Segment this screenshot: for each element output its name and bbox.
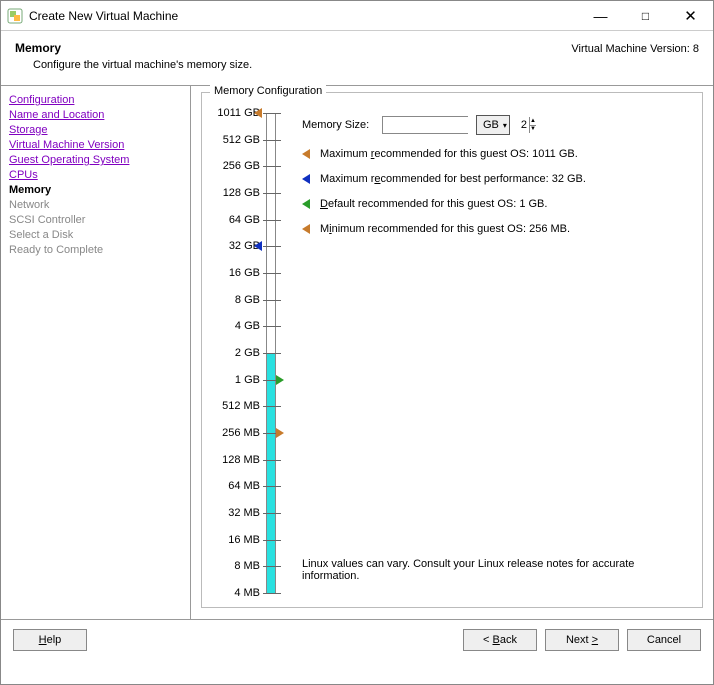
nav-cpus[interactable]: CPUs bbox=[9, 169, 38, 181]
scale-label: 8 MB bbox=[234, 560, 260, 572]
triangle-left-icon bbox=[302, 199, 310, 209]
footnote: Linux values can vary. Consult your Linu… bbox=[302, 558, 682, 582]
triangle-left-icon bbox=[302, 149, 310, 159]
memory-scale[interactable]: 1011 GB512 GB256 GB128 GB64 GB32 GB16 GB… bbox=[212, 113, 292, 599]
fieldset-legend: Memory Configuration bbox=[210, 85, 326, 97]
triangle-left-icon bbox=[302, 174, 310, 184]
help-button[interactable]: Help bbox=[13, 629, 87, 651]
nav-name-location[interactable]: Name and Location bbox=[9, 109, 104, 121]
scale-label: 128 GB bbox=[223, 187, 260, 199]
memory-fieldset: Memory Configuration 1011 GB512 GB256 GB… bbox=[201, 92, 703, 608]
scale-label: 2 GB bbox=[235, 347, 260, 359]
scale-label: 4 MB bbox=[234, 587, 260, 599]
spin-down[interactable]: ▼ bbox=[529, 126, 536, 134]
scale-marker bbox=[254, 108, 262, 118]
wizard-sidebar: Configuration Name and Location Storage … bbox=[1, 86, 191, 619]
next-button[interactable]: Next > bbox=[545, 629, 619, 651]
titlebar: Create New Virtual Machine ― □ ✕ bbox=[1, 1, 713, 31]
scale-marker bbox=[276, 428, 284, 438]
minimize-button[interactable]: ― bbox=[578, 1, 623, 30]
nav-disk: Select a Disk bbox=[9, 229, 182, 241]
rec-default: Default recommended for this guest OS: 1… bbox=[302, 197, 690, 212]
scale-label: 64 MB bbox=[228, 480, 260, 492]
app-icon bbox=[7, 8, 23, 24]
nav-configuration[interactable]: Configuration bbox=[9, 94, 74, 106]
nav-vm-version[interactable]: Virtual Machine Version bbox=[9, 139, 124, 151]
scale-label: 512 GB bbox=[223, 134, 260, 146]
rec-perf: Maximum recommended for best performance… bbox=[302, 172, 690, 187]
window-title: Create New Virtual Machine bbox=[29, 9, 578, 23]
scale-label: 4 GB bbox=[235, 320, 260, 332]
cancel-button[interactable]: Cancel bbox=[627, 629, 701, 651]
scale-label: 512 MB bbox=[222, 400, 260, 412]
scale-label: 16 MB bbox=[228, 534, 260, 546]
chevron-down-icon: ▾ bbox=[503, 121, 507, 130]
scale-marker bbox=[276, 375, 284, 385]
maximize-button[interactable]: □ bbox=[623, 1, 668, 30]
nav-scsi: SCSI Controller bbox=[9, 214, 182, 226]
page-subtitle: Configure the virtual machine's memory s… bbox=[15, 59, 571, 71]
scale-label: 1 GB bbox=[235, 374, 260, 386]
page-title: Memory bbox=[15, 41, 571, 55]
memory-unit-select[interactable]: GB ▾ bbox=[476, 115, 510, 135]
memory-size-label: Memory Size: bbox=[302, 119, 382, 131]
memory-size-input[interactable]: ▲ ▼ bbox=[382, 116, 468, 134]
close-button[interactable]: ✕ bbox=[668, 1, 713, 30]
triangle-left-icon bbox=[302, 224, 310, 234]
vm-version-label: Virtual Machine Version: 8 bbox=[571, 41, 699, 71]
scale-label: 64 GB bbox=[229, 214, 260, 226]
nav-guest-os[interactable]: Guest Operating System bbox=[9, 154, 129, 166]
scale-label: 256 GB bbox=[223, 160, 260, 172]
scale-label: 256 MB bbox=[222, 427, 260, 439]
memory-unit-value: GB bbox=[483, 119, 499, 131]
rec-min: Minimum recommended for this guest OS: 2… bbox=[302, 222, 690, 237]
scale-label: 32 MB bbox=[228, 507, 260, 519]
scale-label: 128 MB bbox=[222, 454, 260, 466]
button-bar: Help < Back Next > Cancel bbox=[1, 619, 713, 659]
nav-memory: Memory bbox=[9, 184, 182, 196]
page-header: Memory Configure the virtual machine's m… bbox=[1, 31, 713, 85]
back-button[interactable]: < Back bbox=[463, 629, 537, 651]
nav-network: Network bbox=[9, 199, 182, 211]
scale-marker bbox=[254, 241, 262, 251]
rec-max: Maximum recommended for this guest OS: 1… bbox=[302, 147, 690, 162]
scale-label: 8 GB bbox=[235, 294, 260, 306]
nav-storage[interactable]: Storage bbox=[9, 124, 48, 136]
nav-ready: Ready to Complete bbox=[9, 244, 182, 256]
scale-label: 16 GB bbox=[229, 267, 260, 279]
spin-up[interactable]: ▲ bbox=[529, 117, 536, 126]
